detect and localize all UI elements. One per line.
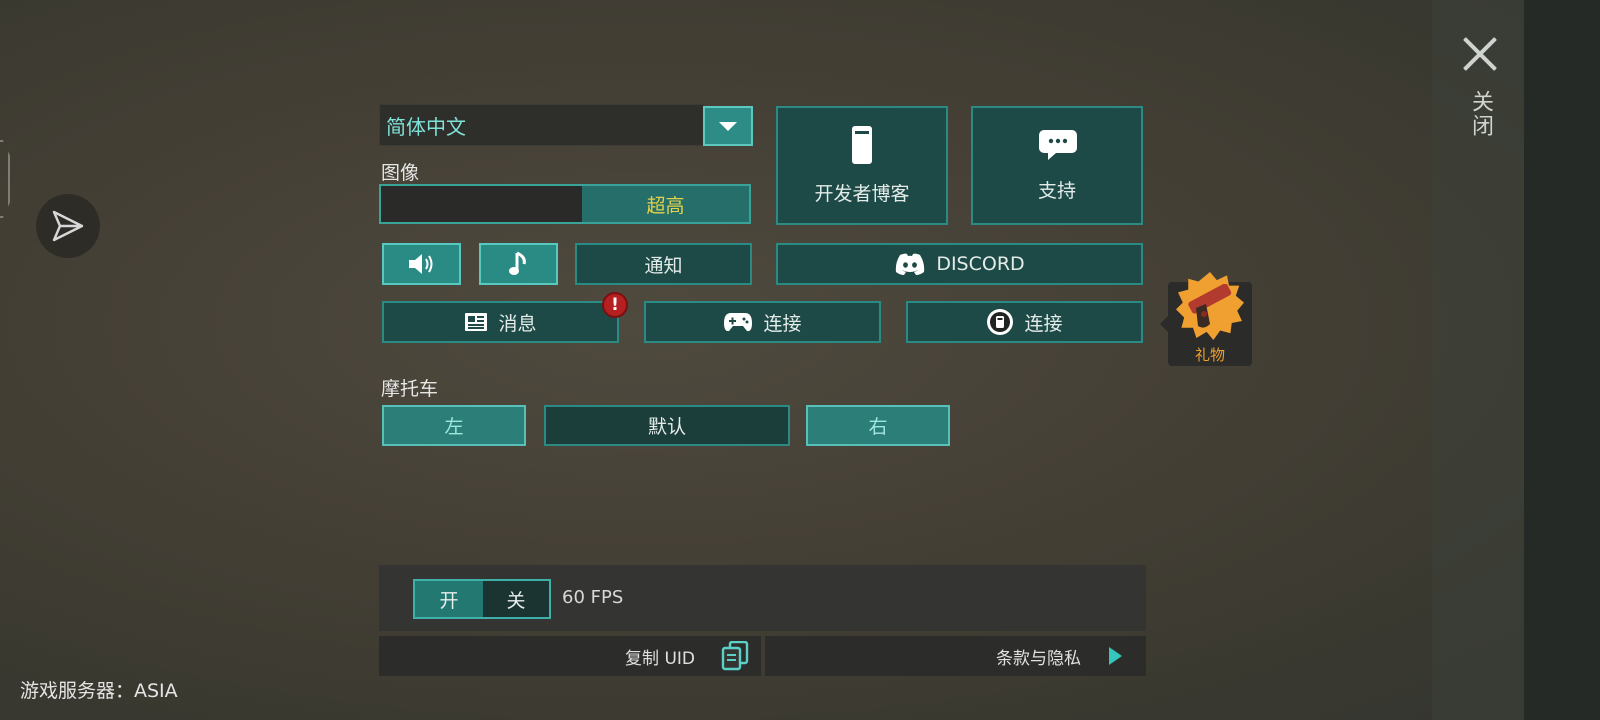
connect-other-button[interactable]: 连接 — [906, 301, 1143, 343]
phone-icon — [852, 126, 872, 164]
right-edge-bar — [1524, 0, 1600, 720]
graphics-quality-value[interactable]: 超高 — [582, 186, 749, 222]
dev-blog-button[interactable]: 开发者博客 — [776, 106, 948, 225]
flare-gun-icon — [1188, 284, 1232, 328]
send-button[interactable] — [36, 194, 100, 258]
dev-blog-label: 开发者博客 — [814, 183, 910, 205]
fps-off-button[interactable]: 关 — [483, 581, 549, 617]
newspaper-icon — [465, 313, 488, 331]
terms-privacy-label: 条款与隐私 — [996, 648, 1081, 669]
motorcycle-right-label: 右 — [868, 416, 888, 438]
game-server-label: 游戏服务器：ASIA — [20, 680, 178, 702]
discord-label: DISCORD — [936, 253, 1025, 275]
motorcycle-left-label: 左 — [444, 416, 464, 438]
copy-uid-button[interactable]: 复制 UID — [379, 636, 761, 676]
news-button[interactable]: 消息 — [382, 301, 619, 343]
support-button[interactable]: 支持 — [971, 106, 1143, 225]
connect-gamepad-button[interactable]: 连接 — [644, 301, 881, 343]
graphics-label: 图像 — [381, 162, 420, 184]
close-label[interactable]: 关闭 — [1464, 90, 1496, 138]
music-note-icon — [508, 251, 526, 275]
terms-privacy-button[interactable]: 条款与隐私 — [765, 636, 1146, 676]
copy-uid-label: 复制 UID — [625, 648, 695, 669]
news-label: 消息 — [498, 312, 537, 335]
close-icon[interactable] — [1460, 34, 1500, 74]
support-label: 支持 — [1037, 180, 1076, 202]
discord-button[interactable]: DISCORD — [776, 243, 1143, 285]
motorcycle-default-button[interactable]: 默认 — [544, 405, 790, 446]
gift-label: 礼物 — [1194, 346, 1225, 364]
motorcycle-label: 摩托车 — [381, 378, 439, 400]
circle-badge-icon — [987, 309, 1014, 335]
motorcycle-left-button[interactable]: 左 — [382, 405, 526, 446]
notification-button[interactable]: 通知 — [575, 243, 752, 285]
language-dropdown[interactable]: 简体中文 — [379, 104, 704, 146]
gift-pointer — [1160, 316, 1168, 332]
motorcycle-right-button[interactable]: 右 — [806, 405, 950, 446]
discord-icon — [896, 253, 925, 275]
fps-value: 60 FPS — [562, 587, 624, 608]
connect-other-label: 连接 — [1024, 312, 1063, 335]
sound-toggle-button[interactable] — [382, 243, 461, 285]
speaker-icon — [408, 254, 432, 274]
alert-badge-icon: ! — [602, 292, 628, 318]
motorcycle-default-label: 默认 — [647, 416, 686, 438]
play-arrow-icon — [1109, 647, 1122, 665]
chevron-down-icon — [719, 121, 737, 131]
language-dropdown-button[interactable] — [703, 106, 753, 146]
music-toggle-button[interactable] — [479, 243, 558, 285]
notification-label: 通知 — [644, 254, 683, 277]
connect-gamepad-label: 连接 — [763, 312, 802, 335]
chat-bubble-icon — [1039, 130, 1077, 160]
paper-plane-icon — [52, 210, 84, 242]
fps-on-button[interactable]: 开 — [415, 581, 483, 617]
gamepad-icon — [724, 313, 753, 332]
copy-icon — [721, 641, 749, 671]
left-edge-tab[interactable] — [0, 140, 10, 218]
